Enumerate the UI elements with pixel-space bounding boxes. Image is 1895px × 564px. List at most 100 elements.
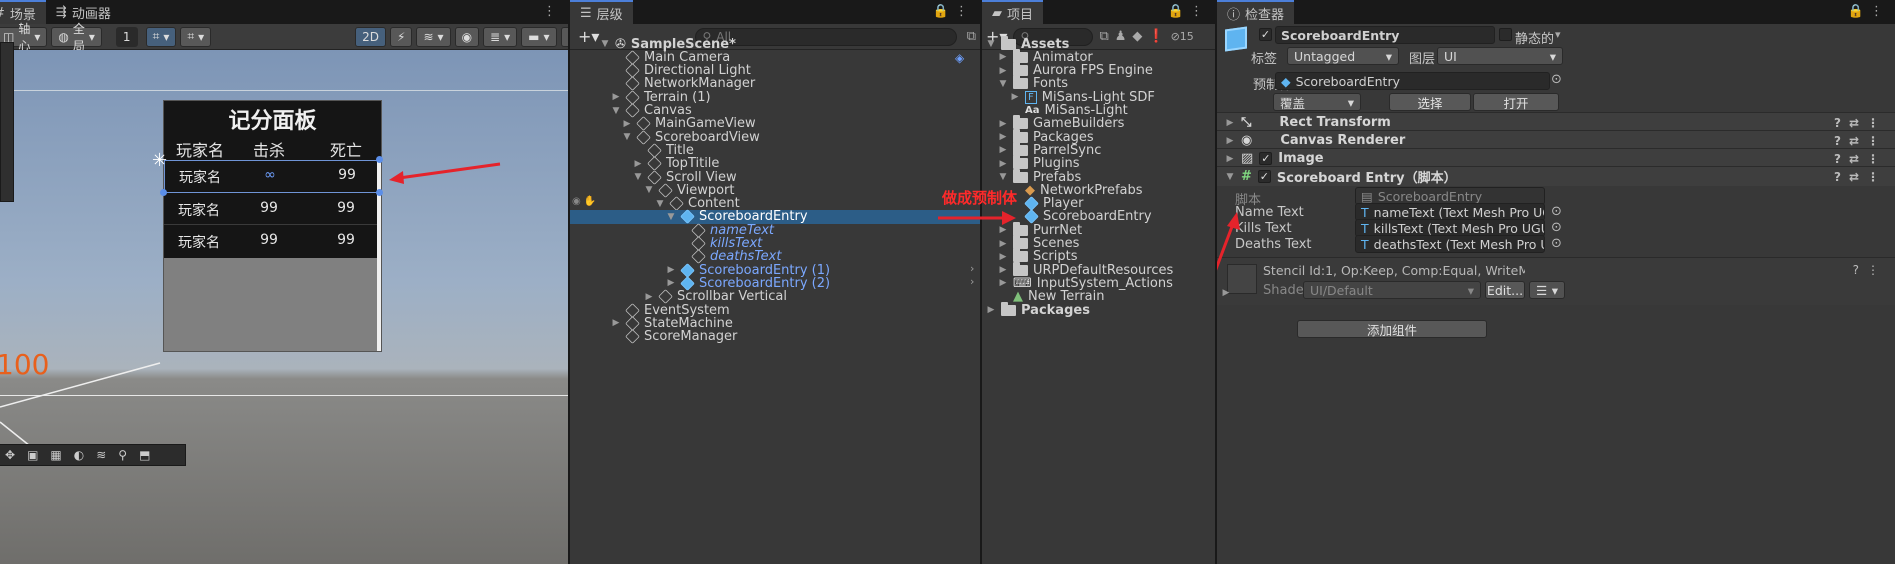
active-checkbox[interactable]: ✓ [1259, 28, 1272, 41]
tab-inspector[interactable]: ⓘ 检查器 [1217, 0, 1295, 24]
static-checkbox[interactable] [1499, 28, 1512, 41]
expand-closed-icon[interactable]: ▶ [998, 278, 1008, 288]
prefab-asset-field[interactable]: ◆ ScoreboardEntry [1275, 72, 1550, 90]
camera-preview-icon[interactable]: ⬒ [139, 448, 150, 462]
expand-closed-icon[interactable]: ▶ [998, 239, 1008, 249]
material-menu-icons[interactable]: ?⋮ [1853, 263, 1887, 277]
add-component-button[interactable]: 添加组件 [1297, 320, 1487, 338]
lighting-toggle[interactable]: ⚡ [390, 26, 413, 47]
open-prefab-chevron-icon[interactable]: › [970, 275, 974, 288]
expand-closed-icon[interactable]: ▶ [998, 119, 1008, 129]
shader-options-dropdown[interactable]: ☰ ▾ [1529, 281, 1565, 299]
scoreboard-entry-selected[interactable]: 玩家名 ∞ 99 [164, 160, 378, 193]
expand-open-icon[interactable]: ▼ [998, 79, 1008, 89]
component-menu-icons[interactable]: ?⇄⋮ [1834, 170, 1887, 184]
grid-size-field[interactable]: 1 [115, 26, 138, 47]
expand-closed-icon[interactable]: ▶ [622, 119, 632, 129]
expand-open-icon[interactable]: ▼ [986, 39, 996, 49]
scoreboard-entry[interactable]: 玩家名 99 99 [164, 193, 378, 225]
expand-closed-icon[interactable]: ▶ [666, 265, 676, 275]
grid-snap-button[interactable]: ⌗ ▾ [145, 26, 177, 47]
expand-closed-icon[interactable]: ▶ [611, 92, 621, 102]
open-prefab-button[interactable]: 打开 [1473, 93, 1559, 111]
expand-closed-icon[interactable]: ▶ [998, 66, 1008, 76]
tab-project[interactable]: ▰ 项目 [982, 0, 1044, 24]
draw-mode-dropdown[interactable]: ≣ ▾ [483, 26, 518, 47]
lock-icon[interactable]: 🔒⋮ [933, 4, 974, 19]
expand-open-icon[interactable]: ▼ [622, 132, 632, 142]
enabled-checkbox[interactable]: ✓ [1259, 152, 1273, 165]
component-menu-icons[interactable]: ?⇄⋮ [1834, 116, 1887, 130]
expand-open-icon[interactable]: ▼ [655, 199, 665, 209]
object-picker-icon[interactable]: ⊙ [1551, 72, 1562, 87]
expand-closed-icon[interactable]: ▶ [998, 145, 1008, 155]
rect-tool-icon[interactable]: ▣ [27, 448, 38, 462]
expand-closed-icon[interactable]: ▶ [998, 265, 1008, 275]
expand-closed-icon[interactable]: ▶ [998, 132, 1008, 142]
select-prefab-button[interactable]: 选择 [1389, 93, 1471, 111]
shading-icon[interactable]: ◐ [74, 448, 84, 462]
scene-viewport[interactable]: 100 记分面板 玩家名 击杀 死亡 玩家名 ∞ 99 玩家名 99 99 玩家… [0, 42, 568, 564]
enabled-checkbox[interactable]: ✓ [1257, 170, 1271, 183]
expand-closed-icon[interactable]: ▶ [998, 252, 1008, 262]
static-dropdown-icon[interactable]: ▾ [1555, 28, 1561, 41]
tag-dropdown[interactable]: Untagged ▾ [1287, 47, 1399, 65]
object-picker-icon[interactable]: ⊙ [1551, 204, 1562, 219]
edit-shader-button[interactable]: Edit... [1485, 281, 1525, 299]
layers-dropdown[interactable]: ≋ ▾ [416, 26, 451, 47]
component-rect-transform[interactable]: ▶ ⤡ Rect Transform ?⇄⋮ [1217, 112, 1895, 132]
rect-handle[interactable] [376, 189, 383, 196]
gizmo-distance-label: 100 [0, 348, 50, 381]
expand-closed-icon[interactable]: ▶ [666, 278, 676, 288]
lock-icon[interactable]: 🔒⋮ [1848, 4, 1889, 19]
expand-open-icon[interactable]: ▼ [611, 106, 621, 116]
expand-open-icon[interactable]: ▼ [600, 39, 610, 49]
layer-dropdown[interactable]: UI ▾ [1437, 47, 1563, 65]
shader-dropdown: UI/Default ▾ [1303, 281, 1481, 299]
pivot-gizmo-icon[interactable]: ✳ [152, 150, 167, 171]
open-prefab-chevron-icon[interactable]: › [970, 262, 974, 275]
expand-open-icon[interactable]: ▼ [644, 185, 654, 195]
component-image[interactable]: ▶ ▨ ✓ Image ?⇄⋮ [1217, 148, 1895, 168]
object-picker-icon[interactable]: ⊙ [1551, 220, 1562, 235]
expand-closed-icon[interactable]: ▶ [1010, 92, 1020, 102]
expand-closed-icon[interactable]: ▶ [633, 159, 643, 169]
expand-closed-icon[interactable]: ▶ [998, 52, 1008, 62]
object-picker-icon[interactable]: ⊙ [1551, 236, 1562, 251]
expand-closed-icon[interactable]: ▶ [986, 305, 996, 315]
expand-open-icon[interactable]: ▼ [998, 172, 1008, 182]
rect-handle[interactable] [376, 156, 383, 163]
layers-icon[interactable]: ≋ [96, 448, 106, 462]
tab-hierarchy[interactable]: ☰ 层级 [570, 0, 633, 24]
hierarchy-item[interactable]: ScoreManager [611, 329, 737, 345]
more-menu-icon[interactable]: ⋮ [543, 4, 562, 19]
component-scoreboard-entry[interactable]: ▼ # ✓ Scoreboard Entry（脚本） ?⇄⋮ [1217, 166, 1895, 186]
lock-icon[interactable]: 🔒⋮ [1168, 4, 1209, 19]
expand-closed-icon[interactable]: ▶ [998, 159, 1008, 169]
gizmos-dropdown[interactable]: ⊕▾ [560, 26, 568, 47]
component-menu-icons[interactable]: ?⇄⋮ [1834, 152, 1887, 166]
search-icon[interactable]: ⚲ [118, 448, 127, 462]
expand-open-icon[interactable]: ▼ [633, 172, 643, 182]
rect-handle[interactable] [160, 189, 167, 196]
expand-closed-icon[interactable]: ▶ [611, 318, 621, 328]
project-item[interactable]: ▶ Packages [986, 301, 1090, 318]
grid-tool-icon[interactable]: ▦ [50, 448, 61, 462]
snap-increment-button[interactable]: ⌗ ▾ [180, 26, 212, 47]
expand-open-icon[interactable]: ▼ [666, 212, 676, 222]
toggle-2d-button[interactable]: 2D [355, 26, 387, 47]
component-canvas-renderer[interactable]: ▶ ◉ Canvas Renderer ?⇄⋮ [1217, 130, 1895, 150]
expand-closed-icon[interactable]: ▶ [644, 292, 654, 302]
deaths-text-field[interactable]: TdeathsText (Text Mesh Pro UGUI) [1355, 235, 1545, 253]
scoreboard-panel[interactable]: 记分面板 玩家名 击杀 死亡 玩家名 ∞ 99 玩家名 99 99 玩家名 99… [163, 100, 382, 352]
camera-dropdown[interactable]: ▬ ▾ [521, 26, 557, 47]
object-name-field[interactable]: ScoreboardEntry [1275, 26, 1495, 44]
visibility-toggle[interactable]: ◉ [454, 26, 480, 47]
component-menu-icons[interactable]: ?⇄⋮ [1834, 134, 1887, 148]
visibility-icons[interactable]: ◉ ✋ [572, 196, 596, 207]
overrides-dropdown[interactable]: 覆盖 ▾ [1273, 93, 1361, 111]
global-dropdown[interactable]: ◍ 全局 ▾ [51, 22, 102, 53]
grid-snap-icon: ⌗ [187, 29, 195, 43]
scoreboard-entry[interactable]: 玩家名 99 99 [164, 225, 378, 257]
move-tool-icon[interactable]: ✥ [5, 448, 15, 462]
